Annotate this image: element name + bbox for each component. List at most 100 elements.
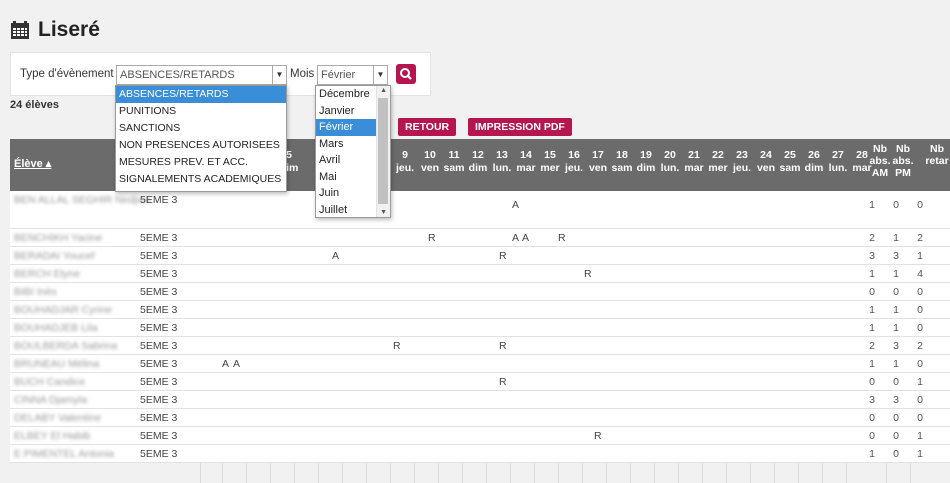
- count-value: 3: [869, 250, 875, 262]
- day-number: 24: [760, 149, 772, 161]
- day-number: 20: [664, 149, 676, 161]
- day-header-15: 15 mer: [538, 149, 562, 175]
- student-class: 5EME 3: [140, 250, 178, 262]
- table-row[interactable]: CINNA Djamyla 5EME 3 3 3 0: [10, 391, 950, 409]
- absence-mark[interactable]: A: [332, 250, 339, 262]
- table-row[interactable]: BOUHADJEB Lila 5EME 3 1 1 0: [10, 319, 950, 337]
- absence-mark[interactable]: R: [594, 430, 602, 442]
- day-name: dim: [468, 162, 488, 174]
- student-name[interactable]: BERADAI Youcef: [14, 250, 95, 262]
- student-name[interactable]: BOUHADJEB Lila: [14, 322, 97, 334]
- type-option[interactable]: ABSENCES/RETARDS: [116, 86, 286, 103]
- day-name: mar: [516, 162, 536, 174]
- absence-mark[interactable]: A: [512, 199, 519, 211]
- day-header-21: 21 mar: [682, 149, 706, 175]
- table-row[interactable]: ELBEY El Habib 5EME 3 0 0 1: [10, 427, 950, 445]
- count-value: 1: [869, 268, 875, 280]
- table-row[interactable]: BERADAI Youcef 5EME 3 3 3 1: [10, 247, 950, 265]
- day-number: 21: [688, 149, 700, 161]
- day-name: dim: [804, 162, 824, 174]
- type-option[interactable]: SIGNALEMENTS ACADEMIQUES: [116, 171, 286, 188]
- count-value: 1: [917, 376, 923, 388]
- table-row[interactable]: DELABY Valentine 5EME 3 0 0 0: [10, 409, 950, 427]
- type-select[interactable]: ABSENCES/RETARDS ▼: [116, 65, 287, 85]
- page-title: Liseré: [38, 18, 100, 41]
- absence-mark[interactable]: A: [222, 358, 229, 370]
- count-value: 1: [869, 322, 875, 334]
- student-name[interactable]: BRUNEAU Mélina: [14, 358, 99, 370]
- day-name: mer: [540, 162, 560, 174]
- table-row[interactable]: BOUHADJAR Cyrine 5EME 3 1 1 0: [10, 301, 950, 319]
- table-row[interactable]: BENCHIKH Yacine 5EME 3 2 1 2: [10, 229, 950, 247]
- count-value: 1: [869, 448, 875, 460]
- student-name[interactable]: BIBI Inès: [14, 286, 57, 298]
- sum-header-line: Nb: [896, 143, 910, 155]
- student-name[interactable]: BENCHIKH Yacine: [14, 232, 102, 244]
- table-row[interactable]: BERCH Elyne 5EME 3 1 1 4: [10, 265, 950, 283]
- student-name[interactable]: ELBEY El Habib: [14, 430, 90, 442]
- print-pdf-button[interactable]: IMPRESSION PDF: [468, 118, 572, 136]
- student-name[interactable]: CINNA Djamyla: [14, 394, 87, 406]
- absence-mark[interactable]: R: [499, 250, 507, 262]
- absence-mark[interactable]: R: [558, 232, 566, 244]
- student-name[interactable]: BUCH Candice: [14, 376, 85, 388]
- mois-select[interactable]: Février ▼: [317, 65, 388, 85]
- absence-mark[interactable]: R: [393, 340, 401, 352]
- type-option[interactable]: NON PRESENCES AUTORISEES: [116, 137, 286, 154]
- student-name[interactable]: BEN ALLAL SEGHIR Nedjwa: [14, 194, 150, 206]
- type-option[interactable]: PUNITIONS: [116, 103, 286, 120]
- count-value: 1: [869, 358, 875, 370]
- mois-scrollbar[interactable]: ▲ ▼: [376, 86, 390, 217]
- student-name[interactable]: E PIMENTEL Antonia: [14, 448, 114, 460]
- student-class: 5EME 3: [140, 322, 178, 334]
- count-value: 3: [893, 340, 899, 352]
- search-button[interactable]: [396, 64, 416, 84]
- student-class: 5EME 3: [140, 394, 178, 406]
- student-class: 5EME 3: [140, 340, 178, 352]
- chevron-up-icon[interactable]: ▲: [380, 87, 387, 94]
- scroll-thumb[interactable]: [378, 98, 388, 204]
- student-class: 5EME 3: [140, 286, 178, 298]
- absence-mark[interactable]: R: [499, 340, 507, 352]
- sort-eleve-header[interactable]: Élève ▴: [14, 157, 51, 170]
- day-header-9: 9 jeu.: [393, 149, 417, 175]
- calendar-icon: [11, 21, 29, 39]
- absence-mark[interactable]: R: [584, 268, 592, 280]
- chevron-down-icon[interactable]: ▼: [380, 209, 387, 216]
- student-name[interactable]: BOULBERDA Sabrina: [14, 340, 117, 352]
- table-row[interactable]: E PIMENTEL Antonia 5EME 3 1 0 1: [10, 445, 950, 463]
- count-value: 1: [893, 268, 899, 280]
- table-row[interactable]: BIBI Inès 5EME 3 0 0 0: [10, 283, 950, 301]
- student-name[interactable]: BOUHADJAR Cyrine: [14, 304, 112, 316]
- sum-header: Nb abs. PM: [890, 143, 916, 179]
- student-count: 24 élèves: [10, 99, 59, 111]
- table-row[interactable]: BRUNEAU Mélina 5EME 3 1 1 0: [10, 355, 950, 373]
- day-name: sam: [779, 162, 801, 174]
- retour-button[interactable]: RETOUR: [398, 118, 457, 136]
- count-value: 0: [893, 412, 899, 424]
- type-option[interactable]: MESURES PREV. ET ACC.: [116, 154, 286, 171]
- day-header-14: 14 mar: [514, 149, 538, 175]
- absence-mark[interactable]: A: [512, 232, 519, 244]
- student-class: 5EME 3: [140, 194, 178, 206]
- table-row[interactable]: BUCH Candice 5EME 3 0 0 1: [10, 373, 950, 391]
- day-number: 18: [616, 149, 628, 161]
- table-row[interactable]: BEN ALLAL SEGHIR Nedjwa 5EME 3 1 0 0: [10, 191, 950, 229]
- day-header-11: 11 sam: [442, 149, 466, 175]
- day-number: 9: [402, 149, 408, 161]
- day-number: 25: [784, 149, 796, 161]
- day-number: 13: [496, 149, 508, 161]
- student-class: 5EME 3: [140, 304, 178, 316]
- day-number: 16: [568, 149, 580, 161]
- absence-mark[interactable]: R: [428, 232, 436, 244]
- absence-mark[interactable]: A: [522, 232, 529, 244]
- count-value: 3: [869, 394, 875, 406]
- absence-mark[interactable]: R: [499, 376, 507, 388]
- absence-mark[interactable]: A: [233, 358, 240, 370]
- type-select-value: ABSENCES/RETARDS: [120, 69, 235, 81]
- student-name[interactable]: DELABY Valentine: [14, 412, 101, 424]
- table-row[interactable]: BOULBERDA Sabrina 5EME 3 2 3 2: [10, 337, 950, 355]
- sum-header: Nb retar: [924, 143, 950, 167]
- student-name[interactable]: BERCH Elyne: [14, 268, 80, 280]
- type-option[interactable]: SANCTIONS: [116, 120, 286, 137]
